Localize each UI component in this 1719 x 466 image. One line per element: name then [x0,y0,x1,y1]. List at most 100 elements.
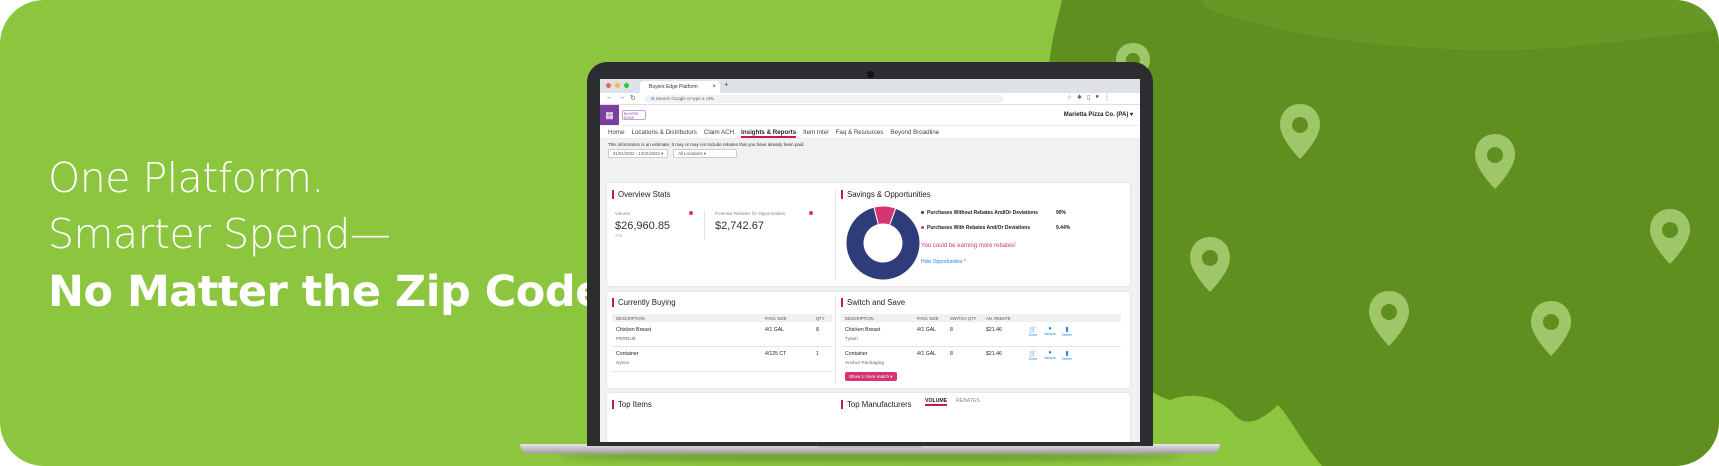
profile-icon[interactable]: ● [1095,94,1099,101]
volume-value: $26,960.85 [615,220,671,232]
legend-without-rebates-value: 90% [1056,210,1067,216]
nav-faq-resources[interactable]: Faq & Resources [836,126,884,138]
cart-icon: 🛒 [1029,327,1037,333]
swap-row-2-brand: Anchor Packaging [845,361,884,366]
account-selector[interactable]: Marietta Pizza Co. (PA) ▾ [1064,111,1133,118]
col-description: Description [616,316,645,321]
close-tab-icon[interactable]: × [712,81,716,93]
minimize-window-icon[interactable] [615,83,620,88]
rebates-value: $2,742.67 [715,220,764,232]
nav-home[interactable]: Home [608,126,625,138]
back-icon[interactable]: ← [606,94,613,102]
window-controls [606,83,629,88]
sidebar-icon[interactable]: ▯ [1087,94,1090,101]
nav-claim-ach[interactable]: Claim ACH [704,126,734,138]
date-range-filter[interactable]: 01/01/2022 - 12/31/2022 ▾ [608,149,669,158]
col-pack-size: Pack Size [765,316,787,321]
new-tab-icon[interactable]: + [724,80,729,89]
location-filter[interactable]: All Locations ▾ [673,149,738,158]
filters: 01/01/2022 - 12/31/2022 ▾ All Locations … [600,148,1140,159]
order-button[interactable]: 🛒 Order [1026,350,1040,361]
table-header [841,314,1121,322]
nav-locations-distributors[interactable]: Locations & Distributors [632,126,697,138]
trash-icon: ▮ [1065,351,1069,357]
switch-save-title: Switch and Save [841,298,905,307]
delete-button[interactable]: ▮ Delete [1060,326,1074,337]
camera-icon [867,71,874,78]
table-header [612,314,832,322]
rebates-label: Potential Rebates for Opportunities [715,211,786,216]
row-2-qty: 1 [816,351,819,357]
row-divider [612,346,832,347]
nav-beyond-broadline[interactable]: Beyond Broadline [890,126,939,138]
divider [835,189,836,281]
browser-toolbar: ← → ↻ G Search Google or type a URL ☆ ✱ … [600,93,1140,105]
row-divider [612,371,832,372]
sample-button[interactable]: ● Sample [1043,326,1057,336]
volume-label: Volume [615,211,631,216]
legend-without-rebates: Purchases Without Rebates And/Or Deviati… [921,210,1038,216]
info-icon[interactable] [689,211,693,215]
laptop-screen: Buyers Edge Platform × + ← → ↻ G Search … [600,79,1140,442]
sample-label: Sample [1044,332,1056,336]
nav-insights-reports[interactable]: Insights & Reports [741,126,797,138]
address-bar[interactable]: G Search Google or type a URL [644,95,1004,103]
info-icon[interactable] [809,211,813,215]
legend-with-rebates-value: 9.44% [1056,225,1071,231]
address-placeholder: Search Google or type a URL [655,96,715,101]
close-window-icon[interactable] [606,83,611,88]
browser-tabbar: Buyers Edge Platform × + [600,79,1140,93]
apps-grid-icon[interactable]: ▦ [600,105,619,125]
reload-icon[interactable]: ↻ [630,94,636,102]
row-2-desc: Container [616,351,639,357]
swap-row-2-pack: 4/1 GAL [917,351,937,357]
col-an-rebate: An. Rebate [986,316,1011,321]
trash-icon: ▮ [1065,327,1069,333]
show-more-match-button[interactable]: Show 1 more match ▾ [845,372,897,381]
estimate-note: This information is an estimate. It may … [608,142,805,147]
swap-row-2-desc: Container [845,351,868,357]
swap-row-1-rebate: $21.46 [986,327,1002,333]
divider [704,210,705,240]
cart-icon: 🛒 [1029,351,1037,357]
extensions-icon[interactable]: ✱ [1077,94,1082,101]
swap-row-1-desc: Chicken Breast [845,327,881,333]
banner: One Platform. Smarter Spend— No Matter t… [0,0,1719,466]
row-1-qty: 8 [816,327,819,333]
order-button[interactable]: 🛒 Order [1026,326,1040,337]
row-2-brand: Sysco [616,361,630,366]
browser-tab[interactable]: Buyers Edge Platform × [640,81,720,93]
legend-with-rebates: Purchases With Rebates And/Or Deviations [921,225,1030,231]
rebate-message: You could be earning more rebates! [921,243,1016,249]
hide-opportunities-link[interactable]: Hide Opportunities ^ [921,259,966,265]
delete-button[interactable]: ▮ Delete [1060,350,1074,361]
tab-rebates[interactable]: REBATES [956,398,980,404]
buyers-edge-logo[interactable]: BUYERS EDGE [622,110,646,120]
currently-buying-title: Currently Buying [612,298,676,307]
headline-line-1: One Platform. [48,154,324,202]
row-1-brand: PERDUE [616,337,636,342]
row-1-pack: 4/1 GAL [765,327,785,333]
tab-volume[interactable]: VOLUME [925,398,948,406]
swap-row-1-brand: Tyson [845,337,858,342]
top-manufacturers-title: Top Manufacturers [841,400,912,409]
row-divider [841,346,1121,347]
bottom-card: Top Items Top Manufacturers VOLUME REBAT… [607,393,1130,442]
divider [835,297,836,383]
sample-button[interactable]: ● Sample [1043,350,1057,360]
maximize-window-icon[interactable] [624,83,629,88]
nav-item-intel[interactable]: Item Intel [803,126,828,138]
forward-icon[interactable]: → [618,94,625,102]
savings-donut-chart [845,205,921,281]
swap-row-2-qty: 8 [950,351,953,357]
order-label: Order [1028,333,1038,337]
order-label: Order [1028,357,1038,361]
delete-label: Delete [1061,333,1073,337]
more-menu-icon[interactable]: ⋮ [1104,94,1110,101]
google-icon: G [651,96,655,101]
col-description: Description [845,316,874,321]
row-1-desc: Chicken Breast [616,327,652,333]
swap-row-1-pack: 4/1 GAL [917,327,937,333]
star-icon[interactable]: ☆ [1067,94,1072,101]
swap-row-1-qty: 8 [950,327,953,333]
